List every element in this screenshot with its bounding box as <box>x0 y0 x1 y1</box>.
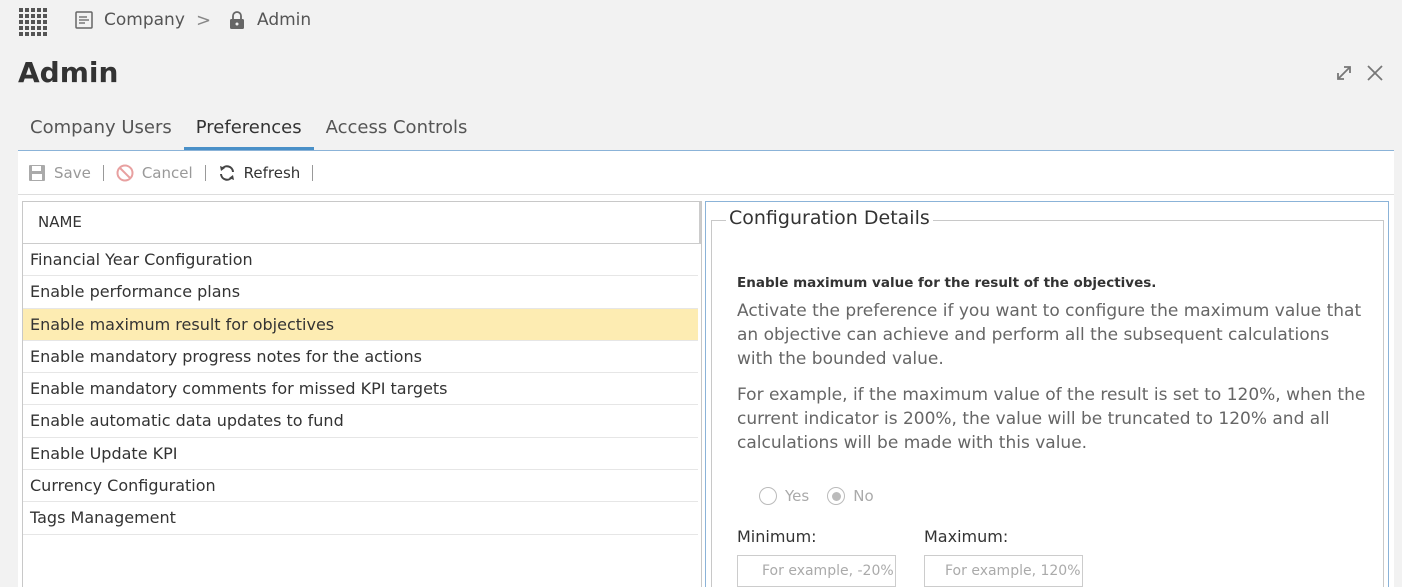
toolbar-divider <box>312 164 314 181</box>
fieldset-legend: Configuration Details <box>726 207 933 229</box>
maximum-label: Maximum: <box>924 527 1009 546</box>
list-item[interactable]: Enable automatic data updates to fund <box>23 405 698 438</box>
details-example: For example, if the maximum value of the… <box>737 385 1366 453</box>
tab-access-controls[interactable]: Access Controls <box>314 114 480 151</box>
breadcrumb-label: Company <box>104 10 185 30</box>
column-header-name[interactable]: NAME <box>23 202 701 244</box>
refresh-icon <box>218 164 236 182</box>
close-icon[interactable] <box>1364 62 1386 84</box>
content-area: Save Cancel Refresh NAME Financial Year … <box>18 150 1394 587</box>
page-title: Admin <box>18 56 119 89</box>
details-heading: Enable maximum value for the result of t… <box>737 275 1157 291</box>
refresh-button[interactable]: Refresh <box>218 163 301 182</box>
refresh-label: Refresh <box>243 163 301 182</box>
toolbar-divider <box>102 164 104 181</box>
breadcrumb-company[interactable]: Company <box>74 10 185 30</box>
enable-radio-group: Yes No <box>759 487 892 505</box>
tab-company-users[interactable]: Company Users <box>18 114 184 151</box>
save-icon <box>28 164 46 182</box>
radio-yes[interactable]: Yes <box>759 487 809 505</box>
list-item[interactable]: Enable performance plans <box>23 276 698 309</box>
list-item[interactable]: Enable Update KPI <box>23 438 698 471</box>
configuration-details-panel: Enable maximum value for the result of t… <box>705 201 1389 587</box>
app-grid-icon[interactable] <box>19 8 47 36</box>
list-item[interactable]: Financial Year Configuration <box>23 244 698 277</box>
preferences-list: NAME Financial Year Configuration Enable… <box>22 201 702 587</box>
radio-button <box>759 487 777 505</box>
cancel-button[interactable]: Cancel <box>116 164 193 182</box>
radio-no[interactable]: No <box>827 487 874 505</box>
top-bar: Company > Admin <box>0 0 1402 44</box>
minimum-input[interactable] <box>737 555 896 587</box>
configuration-fieldset: Enable maximum value for the result of t… <box>711 220 1384 587</box>
lock-icon <box>227 10 247 30</box>
details-description: Activate the preference if you want to c… <box>737 301 1362 369</box>
list-item[interactable]: Enable mandatory progress notes for the … <box>23 341 698 374</box>
cancel-label: Cancel <box>141 163 193 182</box>
minimum-label: Minimum: <box>737 527 817 546</box>
expand-icon[interactable] <box>1333 62 1355 84</box>
radio-yes-label: Yes <box>785 487 810 505</box>
document-icon <box>74 10 94 30</box>
radio-button <box>827 487 846 505</box>
radio-no-label: No <box>853 487 874 505</box>
list-item[interactable]: Tags Management <box>23 502 698 535</box>
list-item[interactable]: Enable maximum result for objectives <box>23 308 698 341</box>
breadcrumb-separator: > <box>196 10 212 31</box>
maximum-input[interactable] <box>924 555 1083 587</box>
toolbar-divider <box>204 164 206 181</box>
tab-preferences[interactable]: Preferences <box>183 114 314 151</box>
breadcrumb-admin[interactable]: Admin <box>227 10 311 30</box>
breadcrumb-label: Admin <box>257 10 312 30</box>
save-label: Save <box>54 163 91 182</box>
list-item[interactable]: Enable mandatory comments for missed KPI… <box>23 373 698 406</box>
list-item[interactable]: Currency Configuration <box>23 470 698 503</box>
cancel-icon <box>116 164 134 182</box>
save-button[interactable]: Save <box>28 164 91 182</box>
toolbar: Save Cancel Refresh <box>18 151 1394 195</box>
tab-bar: Company Users Preferences Access Control… <box>18 114 479 151</box>
